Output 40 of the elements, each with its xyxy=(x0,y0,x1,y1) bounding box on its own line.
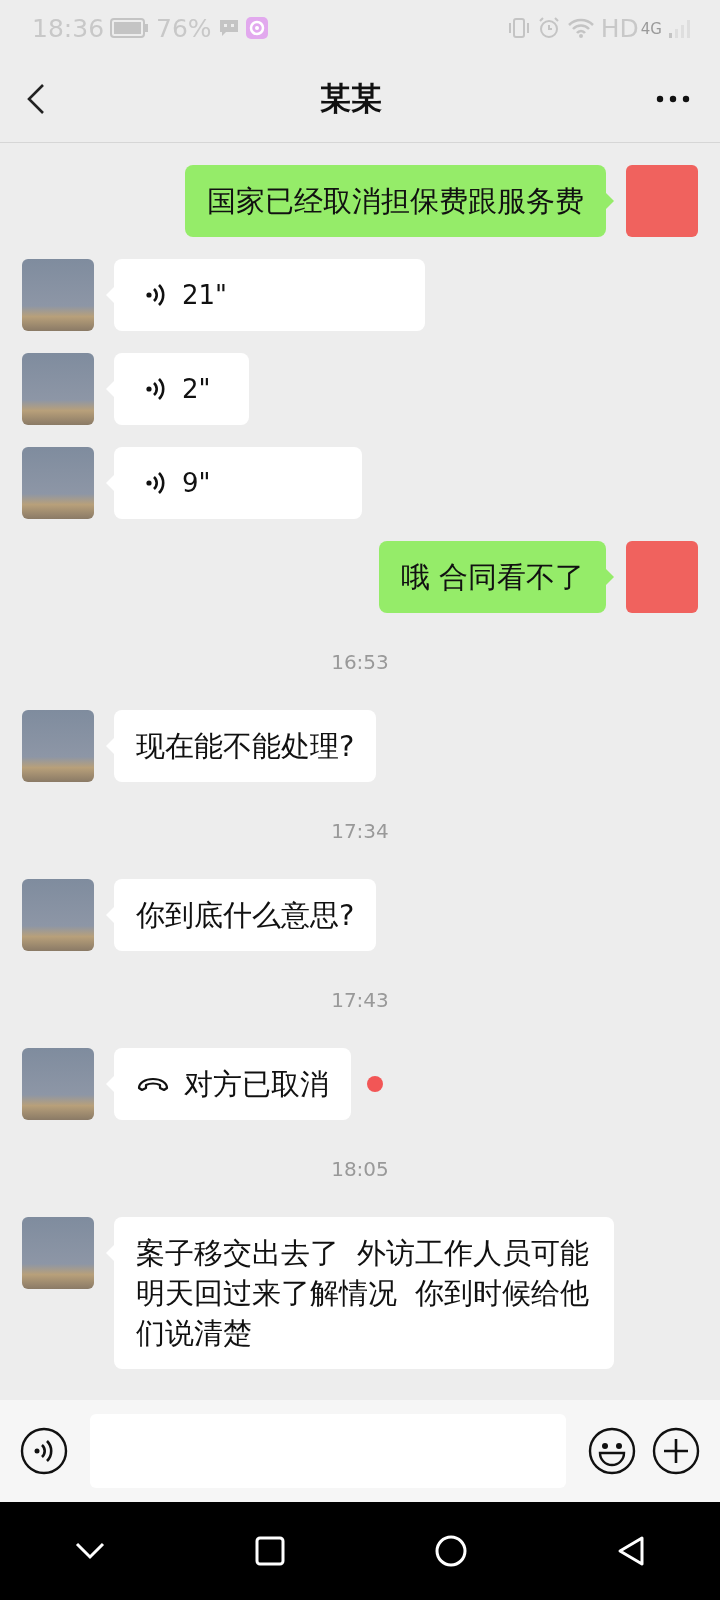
add-icon[interactable] xyxy=(652,1427,700,1475)
message-bubble: 你到底什么意思? xyxy=(114,879,377,951)
battery-icon xyxy=(110,17,151,39)
avatar-photo-placeholder[interactable] xyxy=(22,710,94,782)
avatar-photo-placeholder[interactable] xyxy=(22,1217,94,1289)
back-icon[interactable] xyxy=(26,83,46,115)
avatar-photo-placeholder[interactable] xyxy=(22,1048,94,1120)
vibrate-icon xyxy=(506,16,531,40)
call-message[interactable]: 对方已取消 xyxy=(114,1048,351,1120)
message-bubble: 现在能不能处理? xyxy=(114,710,377,782)
voice-message[interactable]: 21" xyxy=(114,259,426,331)
timestamp: 16:53 xyxy=(331,649,389,674)
emoji-icon[interactable] xyxy=(588,1427,636,1475)
timestamp: 18:05 xyxy=(331,1156,389,1181)
more-icon[interactable] xyxy=(656,95,690,103)
chevron-down-icon[interactable] xyxy=(75,1542,105,1560)
voice-input-icon[interactable] xyxy=(20,1427,68,1475)
app-icon xyxy=(245,17,268,39)
message-bubble: 哦 合同看不了 xyxy=(378,541,606,613)
back-nav-icon[interactable] xyxy=(617,1535,645,1567)
signal-icon xyxy=(668,17,690,39)
phone-hangup-icon xyxy=(136,1076,170,1092)
timestamp: 17:34 xyxy=(331,818,389,843)
chat-title: 某某 xyxy=(320,79,382,118)
avatar-photo-placeholder[interactable] xyxy=(626,165,698,237)
voice-message[interactable]: 2" xyxy=(114,353,249,425)
avatar-photo-placeholder[interactable] xyxy=(626,541,698,613)
timestamp: 17:43 xyxy=(331,987,389,1012)
message-bubble: 国家已经取消担保费跟服务费 xyxy=(185,165,606,237)
message-icon xyxy=(217,18,240,38)
message-bubble: 案子移交出去了 外访工作人员可能明天回过来了解情况 你到时候给他们说清楚 xyxy=(114,1217,614,1369)
home-icon[interactable] xyxy=(435,1535,467,1567)
avatar-photo-placeholder[interactable] xyxy=(22,353,94,425)
wifi-icon xyxy=(566,17,595,39)
voice-message[interactable]: 9" xyxy=(114,447,362,519)
recents-icon[interactable] xyxy=(255,1536,285,1566)
network-type: 4G xyxy=(640,19,662,38)
avatar-photo-placeholder[interactable] xyxy=(22,447,94,519)
avatar-photo-placeholder[interactable] xyxy=(22,879,94,951)
avatar-photo-placeholder[interactable] xyxy=(22,259,94,331)
